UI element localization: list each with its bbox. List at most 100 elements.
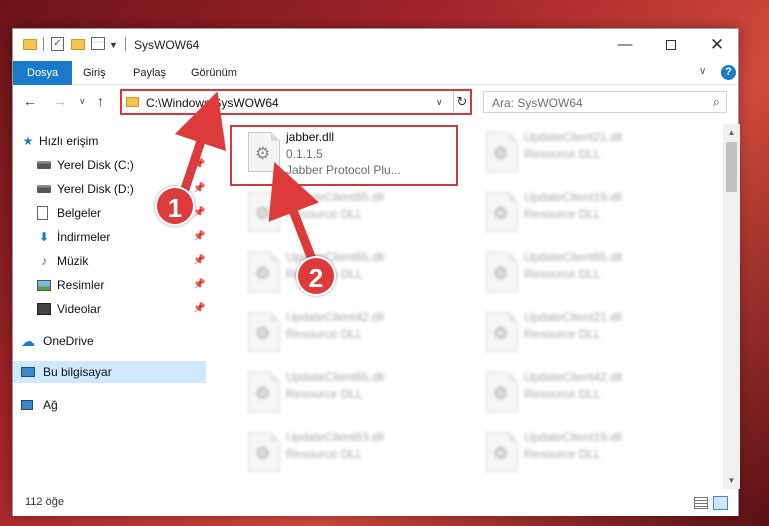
dll-file-icon: ⚙: [486, 312, 518, 352]
file-name: UpdateClient42.dll: [524, 370, 623, 384]
dll-file-icon: ⚙: [248, 192, 280, 232]
sidebar-item-label: Yerel Disk (C:): [57, 158, 134, 172]
dll-file-icon: ⚙: [486, 372, 518, 412]
sidebar-item-label: Müzik: [57, 254, 89, 268]
search-icon[interactable]: ⌕: [713, 94, 720, 110]
address-bar[interactable]: C:\Windows\SysWOW64 ∨ ↻: [120, 89, 472, 115]
step-badge-2: 2: [296, 256, 336, 296]
file-description: Resource DLL: [524, 327, 601, 341]
ribbon: Dosya Giriş Paylaş Görünüm ∨ ?: [13, 61, 738, 85]
title-bar: ✓ ▼ SysWOW64 — ✕: [13, 29, 738, 61]
file-item[interactable]: ⚙ UpdateClient65.dll Resource DLL: [476, 244, 696, 300]
file-description: Resource DLL: [524, 267, 601, 281]
recent-locations-chevron-icon[interactable]: ∨: [79, 96, 86, 107]
file-item[interactable]: ⚙ UpdateClient65.dll Resource DLL: [238, 184, 458, 240]
tab-share[interactable]: Paylaş: [123, 61, 176, 85]
file-name: UpdateClient19.dll: [524, 190, 623, 204]
large-icons-view-icon[interactable]: [713, 496, 728, 510]
refresh-icon[interactable]: ↻: [453, 91, 470, 113]
pin-icon[interactable]: 📌: [193, 274, 205, 296]
gear-icon: ⚙: [255, 444, 271, 463]
pin-icon[interactable]: 📌: [193, 154, 205, 176]
properties-icon[interactable]: [91, 37, 105, 50]
file-item[interactable]: ⚙ UpdateClient65.dll Resource DLL: [238, 244, 458, 300]
file-description: Resource DLL: [286, 207, 363, 221]
sidebar-item-network[interactable]: Ağ: [13, 394, 206, 416]
expand-ribbon-chevron-icon[interactable]: ∨: [699, 66, 706, 77]
sidebar-item-local-disk-c[interactable]: Yerel Disk (C:) 📌: [13, 154, 206, 176]
properties-check-icon[interactable]: ✓: [51, 37, 64, 51]
up-arrow-icon[interactable]: ↑: [97, 93, 104, 109]
file-description: Resource DLL: [524, 387, 601, 401]
scrollbar-thumb[interactable]: [726, 142, 737, 192]
file-description: Resource DLL: [286, 447, 363, 461]
file-item[interactable]: ⚙ UpdateClient21.dll Resource DLL: [476, 304, 696, 360]
file-description: Resource DLL: [286, 327, 363, 341]
close-button[interactable]: ✕: [694, 29, 740, 61]
file-name: UpdateClient63.dll: [286, 430, 385, 444]
new-folder-icon[interactable]: [71, 39, 85, 50]
address-path[interactable]: C:\Windows\SysWOW64: [146, 96, 279, 110]
sidebar-item-music[interactable]: ♪ Müzik 📌: [13, 250, 206, 272]
dll-file-icon: ⚙: [248, 372, 280, 412]
gear-icon: ⚙: [493, 384, 509, 403]
gear-icon: ⚙: [255, 264, 271, 283]
search-input[interactable]: Ara: SysWOW64 ⌕: [483, 91, 727, 113]
sidebar-item-label: Bu bilgisayar: [43, 365, 112, 379]
file-name: UpdateClient21.dll: [524, 130, 623, 144]
sidebar-item-videos[interactable]: Videolar 📌: [13, 298, 206, 320]
sidebar-item-pictures[interactable]: Resimler 📌: [13, 274, 206, 296]
file-item[interactable]: ⚙ UpdateClient19.dll Resource DLL: [476, 424, 696, 480]
file-name: UpdateClient65.dll: [524, 250, 623, 264]
pin-icon[interactable]: 📌: [193, 298, 205, 320]
explorer-window: ✓ ▼ SysWOW64 — ✕ Dosya Giriş Paylaş Görü…: [12, 28, 740, 516]
file-name: UpdateClient65.dll: [286, 190, 385, 204]
tab-view[interactable]: Görünüm: [181, 61, 247, 85]
tab-home[interactable]: Giriş: [73, 61, 116, 85]
gear-icon: ⚙: [493, 204, 509, 223]
sidebar-item-label: Resimler: [57, 278, 105, 292]
back-arrow-icon[interactable]: ←: [23, 93, 37, 109]
forward-arrow-icon[interactable]: →: [53, 93, 67, 109]
sidebar-item-downloads[interactable]: ⬇ İndirmeler 📌: [13, 226, 206, 248]
pin-icon[interactable]: 📌: [193, 178, 205, 200]
file-item[interactable]: ⚙ UpdateClient63.dll Resource DLL: [238, 424, 458, 480]
gear-icon: ⚙: [493, 144, 509, 163]
status-bar: 112 öğe: [13, 491, 738, 516]
file-item[interactable]: ⚙ UpdateClient19.dll Resource DLL: [476, 184, 696, 240]
vertical-scrollbar[interactable]: ▲ ▼: [723, 124, 740, 489]
sidebar-item-label: Belgeler: [57, 206, 102, 220]
customize-toolbar-chevron-icon[interactable]: ▼: [109, 40, 118, 56]
maximize-button[interactable]: [648, 29, 694, 61]
file-item[interactable]: ⚙ UpdateClient42.dll Resource DLL: [476, 364, 696, 420]
folder-icon: [126, 97, 139, 107]
dll-file-icon: ⚙: [486, 192, 518, 232]
folder-icon: [23, 39, 37, 50]
disk-icon: [37, 161, 51, 169]
dll-file-icon: ⚙: [486, 432, 518, 472]
sidebar-item-quick-access[interactable]: ★ Hızlı erişim: [13, 130, 206, 152]
tab-file[interactable]: Dosya: [13, 61, 73, 85]
sidebar-item-onedrive[interactable]: ☁ OneDrive: [13, 330, 206, 352]
minimize-button[interactable]: —: [602, 29, 648, 61]
help-icon[interactable]: ?: [721, 65, 736, 80]
dll-file-icon: ⚙: [486, 132, 518, 172]
file-description: Resource DLL: [286, 387, 363, 401]
documents-icon: [37, 206, 48, 220]
details-view-icon[interactable]: [694, 497, 708, 509]
sidebar-item-label: Videolar: [57, 302, 101, 316]
pin-icon[interactable]: 📌: [193, 250, 205, 272]
sidebar-item-label: Yerel Disk (D:): [57, 182, 134, 196]
sidebar-item-label: Hızlı erişim: [39, 134, 99, 148]
address-dropdown-chevron-icon[interactable]: ∨: [436, 97, 443, 108]
pin-icon[interactable]: 📌: [193, 226, 205, 248]
scroll-up-icon[interactable]: ▲: [723, 124, 740, 141]
step-badge-1: 1: [155, 186, 195, 226]
file-item[interactable]: ⚙ UpdateClient42.dll Resource DLL: [238, 304, 458, 360]
sidebar-item-this-pc[interactable]: Bu bilgisayar: [13, 361, 206, 383]
file-name: UpdateClient21.dll: [524, 310, 623, 324]
dll-file-icon: ⚙: [248, 252, 280, 292]
scroll-down-icon[interactable]: ▼: [723, 472, 740, 489]
file-item[interactable]: ⚙ UpdateClient65.dll Resource DLL: [238, 364, 458, 420]
file-item[interactable]: ⚙ UpdateClient21.dll Resource DLL: [476, 124, 696, 180]
